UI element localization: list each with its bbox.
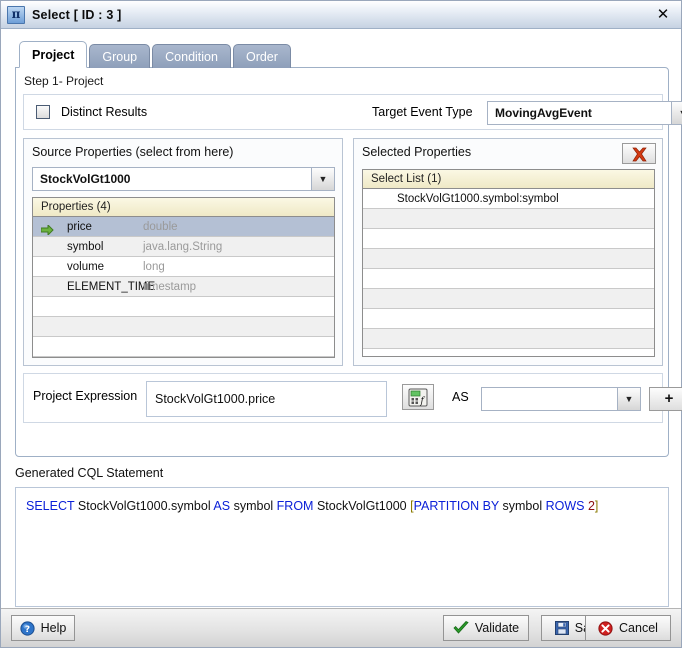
table-row[interactable] (33, 297, 334, 317)
function-builder-icon: f (408, 388, 428, 407)
chevron-down-icon[interactable]: ▼ (671, 102, 682, 124)
cql-token: SELECT (26, 499, 75, 513)
project-expression-row: Project Expression StockVolGt1000.price … (23, 373, 682, 423)
cancel-button[interactable]: Cancel (585, 615, 671, 641)
tab-group[interactable]: Group (89, 44, 151, 68)
red-x-icon (631, 147, 647, 162)
source-stream-combo[interactable]: StockVolGt1000 ▼ (32, 167, 335, 191)
list-item[interactable] (363, 329, 654, 349)
property-name: price (67, 221, 92, 233)
tab-condition[interactable]: Condition (152, 44, 231, 68)
step-label: Step 1- Project (24, 74, 104, 88)
property-type: long (143, 261, 165, 273)
cql-token: symbol (502, 499, 543, 513)
select-dialog: π Select [ ID : 3 ] ✕ Project Group Cond… (0, 0, 682, 648)
source-properties-panel: Source Properties (select from here) Sto… (23, 138, 343, 366)
cql-token: StockVolGt1000.symbol (77, 499, 211, 513)
alias-value (482, 388, 617, 410)
add-expression-button[interactable]: + (649, 387, 682, 411)
close-icon[interactable]: ✕ (651, 4, 675, 25)
table-row[interactable]: symbol java.lang.String (33, 237, 334, 257)
validate-button[interactable]: Validate (443, 615, 529, 641)
help-button[interactable]: ? Help (11, 615, 75, 641)
generated-cql-label: Generated CQL Statement (15, 466, 164, 480)
property-name: ELEMENT_TIME (67, 281, 156, 293)
as-label: AS (452, 390, 469, 404)
source-stream-value: StockVolGt1000 (40, 172, 131, 186)
list-item[interactable] (363, 289, 654, 309)
cql-token: 2 (587, 499, 595, 513)
cancel-icon (598, 620, 613, 636)
tab-project[interactable]: Project (19, 41, 88, 68)
list-item[interactable] (363, 249, 654, 269)
selection-arrow-icon (40, 222, 54, 237)
delete-selected-button[interactable] (622, 143, 656, 164)
chevron-down-icon[interactable]: ▼ (311, 168, 334, 190)
table-row[interactable]: price double (33, 217, 334, 237)
list-item[interactable]: StockVolGt1000.symbol:symbol (363, 189, 654, 209)
help-label: Help (40, 621, 67, 635)
cql-token: FROM (276, 499, 314, 513)
list-item[interactable] (363, 269, 654, 289)
cql-token: PARTITION BY (413, 499, 500, 513)
table-row[interactable]: volume long (33, 257, 334, 277)
chevron-down-icon[interactable]: ▼ (617, 388, 640, 410)
cql-token: ROWS (545, 499, 585, 513)
select-list[interactable]: Select List (1) StockVolGt1000.symbol:sy… (362, 169, 655, 357)
function-builder-button[interactable]: f (402, 384, 434, 410)
table-row[interactable] (33, 337, 334, 357)
svg-text:?: ? (25, 625, 30, 635)
selected-properties-panel: Selected Properties Select List (1) Stoc… (353, 138, 663, 366)
select-list-header: Select List (1) (363, 170, 654, 189)
pi-operator-icon: π (7, 5, 25, 24)
source-list-header: Properties (4) (33, 198, 334, 217)
tab-strip: Project Group Condition Order (19, 41, 293, 68)
cql-token: AS (213, 499, 231, 513)
target-event-type-value: MovingAvgEvent (495, 106, 592, 120)
distinct-results-checkbox[interactable] (36, 105, 50, 119)
project-expression-label: Project Expression (33, 389, 138, 403)
selected-property: StockVolGt1000.symbol:symbol (397, 193, 559, 205)
title-bar: π Select [ ID : 3 ] ✕ (1, 1, 681, 29)
property-type: double (143, 221, 178, 233)
table-row[interactable]: ELEMENT_TIME timestamp (33, 277, 334, 297)
list-item[interactable] (363, 229, 654, 249)
validate-label: Validate (474, 621, 520, 635)
generated-cql-statement[interactable]: SELECT StockVolGt1000.symbol AS symbol F… (15, 487, 669, 607)
source-properties-list[interactable]: Properties (4) price double symbol java.… (32, 197, 335, 358)
source-properties-title: Source Properties (select from here) (32, 145, 234, 159)
table-row[interactable] (33, 317, 334, 337)
footer-bar: ? Help Validate Save Cancel (1, 608, 681, 647)
project-expression-input[interactable]: StockVolGt1000.price (146, 381, 387, 417)
dialog-body: Project Group Condition Order Step 1- Pr… (1, 29, 682, 608)
distinct-results-label: Distinct Results (61, 105, 148, 119)
window-title: Select [ ID : 3 ] (32, 7, 122, 22)
cancel-label: Cancel (619, 621, 658, 635)
selected-properties-title: Selected Properties (362, 145, 472, 159)
property-type: timestamp (143, 281, 197, 293)
floppy-disk-icon (554, 621, 569, 635)
cql-token: symbol (233, 499, 274, 513)
list-item[interactable] (363, 209, 654, 229)
help-icon: ? (20, 620, 35, 636)
alias-combo[interactable]: ▼ (481, 387, 641, 411)
cql-token: ] (594, 499, 599, 513)
target-event-type-label: Target Event Type (372, 105, 473, 119)
cql-token: StockVolGt1000 (316, 499, 407, 513)
property-name: symbol (67, 241, 104, 253)
list-item[interactable] (363, 349, 654, 356)
target-event-type-combo[interactable]: MovingAvgEvent ▼ (487, 101, 682, 125)
project-tab-panel: Step 1- Project Distinct Results Target … (15, 67, 682, 457)
options-row: Distinct Results Target Event Type Movin… (23, 94, 682, 130)
tab-order[interactable]: Order (232, 44, 291, 68)
list-item[interactable] (363, 309, 654, 329)
property-type: java.lang.String (143, 241, 223, 253)
check-icon (453, 621, 469, 634)
property-name: volume (67, 261, 105, 273)
